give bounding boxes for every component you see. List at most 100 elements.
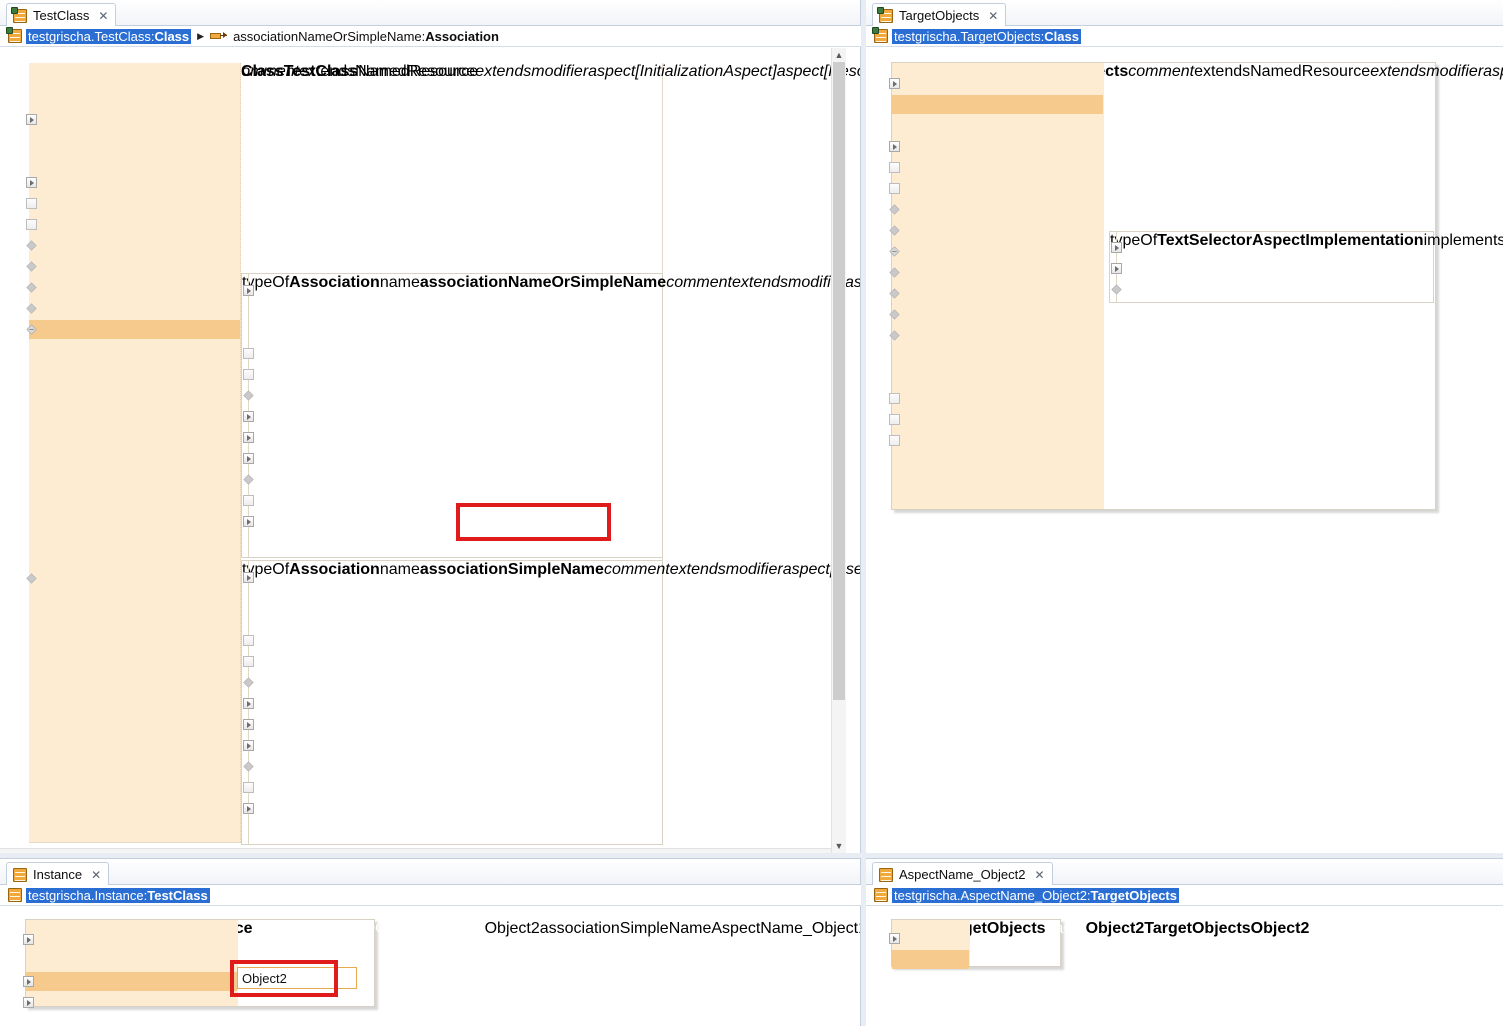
- tab-aspectname-object2[interactable]: AspectName_Object2 ✕: [872, 862, 1053, 886]
- editor-part-targetobjects: TargetObjects ✕ testgrischa.TargetObject…: [866, 0, 1503, 853]
- checkbox-icon[interactable]: [243, 635, 254, 646]
- property-label[interactable]: associationSimpleName: [540, 920, 712, 937]
- breadcrumb-segment-instance[interactable]: testgrischa.Instance:TestClass: [26, 888, 210, 903]
- property-value[interactable]: Object2: [1086, 920, 1145, 937]
- checkbox-icon[interactable]: [889, 414, 900, 425]
- checkbox-icon[interactable]: [26, 198, 37, 209]
- tab-instance[interactable]: Instance ✕: [6, 862, 109, 886]
- expand-triangle-icon[interactable]: [1111, 242, 1122, 253]
- property-label[interactable]: name: [1046, 920, 1086, 937]
- diamond-collapsed-icon[interactable]: [243, 474, 253, 484]
- property-label[interactable]: comment: [604, 561, 670, 578]
- property-label[interactable]: comment: [666, 274, 732, 291]
- property-value: Class: [241, 63, 284, 80]
- class-resource-icon: [874, 29, 888, 43]
- property-label[interactable]: aspect[UseRangeRestrictionAspect]: [845, 274, 860, 291]
- breadcrumb-segment-class[interactable]: testgrischa.TestClass:Class: [26, 29, 191, 44]
- diamond-collapsed-icon[interactable]: [243, 390, 253, 400]
- expand-triangle-icon[interactable]: [243, 719, 254, 730]
- tab-testclass[interactable]: TestClass ✕: [6, 3, 116, 27]
- instance-resource-icon: [879, 868, 893, 882]
- expand-triangle-icon[interactable]: [23, 997, 34, 1008]
- close-icon[interactable]: ✕: [1034, 868, 1043, 882]
- property-label[interactable]: extends: [1194, 63, 1250, 80]
- breadcrumb-text-bold: TargetObjects: [1091, 888, 1177, 903]
- sheet-textselectoraspectimplementation: typeOfTextSelectorAspectImplementationim…: [1109, 231, 1434, 303]
- checkbox-icon[interactable]: [889, 183, 900, 194]
- expand-triangle-icon[interactable]: [26, 177, 37, 188]
- breadcrumb: testgrischa.Instance:TestClass: [0, 885, 861, 906]
- tab-targetobjects[interactable]: TargetObjects ✕: [872, 3, 1006, 27]
- expand-triangle-icon[interactable]: [243, 572, 254, 583]
- property-label[interactable]: name: [380, 561, 420, 578]
- expand-triangle-icon[interactable]: [26, 114, 37, 125]
- property-value[interactable]: associationSimpleName: [420, 561, 604, 578]
- breadcrumb-segment-aspectname[interactable]: testgrischa.AspectName_Object2:TargetObj…: [892, 888, 1179, 903]
- diamond-collapsed-icon[interactable]: [1111, 284, 1121, 294]
- vertical-scrollbar[interactable]: ▲ ▼: [831, 48, 846, 853]
- editor-part-aspectname-object2: AspectName_Object2 ✕ testgrischa.AspectN…: [866, 858, 1503, 1026]
- row-list-association-1: typeOfAssociationnameassociationNameOrSi…: [242, 274, 662, 292]
- checkbox-icon[interactable]: [889, 162, 900, 173]
- breadcrumb-text-bold: Association: [425, 29, 499, 44]
- close-icon[interactable]: ✕: [98, 9, 107, 23]
- scroll-up-arrow[interactable]: ▲: [832, 48, 846, 62]
- expand-triangle-icon[interactable]: [243, 453, 254, 464]
- property-value[interactable]: Association: [289, 561, 380, 578]
- property-label[interactable]: comment: [1128, 63, 1194, 80]
- property-label[interactable]: modifier: [1426, 63, 1483, 80]
- property-label[interactable]: implements: [1424, 232, 1503, 249]
- expand-triangle-icon[interactable]: [243, 516, 254, 527]
- checkbox-icon[interactable]: [243, 348, 254, 359]
- scroll-down-arrow[interactable]: ▼: [832, 839, 846, 853]
- expand-triangle-icon[interactable]: [243, 740, 254, 751]
- close-icon[interactable]: ✕: [91, 868, 100, 882]
- breadcrumb: testgrischa.AspectName_Object2:TargetObj…: [866, 885, 1503, 906]
- property-label[interactable]: modifier: [726, 561, 783, 578]
- expand-triangle-icon[interactable]: [23, 934, 34, 945]
- expand-triangle-icon[interactable]: [243, 432, 254, 443]
- breadcrumb-segment-association[interactable]: associationNameOrSimpleName:Association: [233, 29, 499, 44]
- property-value[interactable]: Association: [289, 274, 380, 291]
- scrollbar-thumb[interactable]: [833, 62, 845, 700]
- selected-row-highlight: [892, 95, 1103, 114]
- breadcrumb-segment-class[interactable]: testgrischa.TargetObjects:Class: [892, 29, 1081, 44]
- checkbox-icon[interactable]: [889, 435, 900, 446]
- property-value[interactable]: Object2: [485, 920, 540, 937]
- checkbox-icon[interactable]: [243, 656, 254, 667]
- checkbox-icon[interactable]: [243, 495, 254, 506]
- association-icon: [210, 32, 227, 41]
- property-label[interactable]: extends: [1370, 63, 1426, 80]
- property-value[interactable]: AspectName_Object1: [711, 920, 860, 937]
- property-label[interactable]: aspect[InitializationAspect]: [1483, 63, 1503, 80]
- property-label[interactable]: extends: [732, 274, 788, 291]
- property-value[interactable]: TextSelectorAspectImplementation: [1157, 232, 1423, 249]
- expand-triangle-icon[interactable]: [889, 141, 900, 152]
- expand-triangle-icon[interactable]: [243, 803, 254, 814]
- property-value[interactable]: NamedResource: [1250, 63, 1370, 80]
- property-value[interactable]: associationNameOrSimpleName: [420, 274, 666, 291]
- expand-triangle-icon[interactable]: [23, 976, 34, 987]
- horizontal-scrollbar[interactable]: [0, 848, 831, 853]
- expand-triangle-icon[interactable]: [1111, 263, 1122, 274]
- diamond-collapsed-icon[interactable]: [243, 677, 253, 687]
- checkbox-icon[interactable]: [889, 393, 900, 404]
- diamond-collapsed-icon[interactable]: [243, 761, 253, 771]
- expand-triangle-icon[interactable]: [243, 698, 254, 709]
- expand-triangle-icon[interactable]: [243, 285, 254, 296]
- property-label[interactable]: extends: [670, 561, 726, 578]
- checkbox-icon[interactable]: [243, 782, 254, 793]
- selected-row-highlight: [26, 972, 237, 991]
- checkbox-icon[interactable]: [243, 369, 254, 380]
- property-label[interactable]: name: [380, 274, 420, 291]
- class-resource-icon: [879, 9, 893, 23]
- property-label[interactable]: aspect[ResourceValidationAspect]: [777, 63, 860, 80]
- checkbox-icon[interactable]: [26, 219, 37, 230]
- breadcrumb: testgrischa.TestClass:Class ▶ associatio…: [0, 26, 861, 47]
- property-label[interactable]: associationNameOrSimpleName: [253, 920, 485, 937]
- close-icon[interactable]: ✕: [988, 9, 997, 23]
- expand-triangle-icon[interactable]: [889, 933, 900, 944]
- expand-triangle-icon[interactable]: [243, 411, 254, 422]
- expand-triangle-icon[interactable]: [889, 78, 900, 89]
- property-label[interactable]: aspect[UseRangeRestrictionAspect]: [783, 561, 860, 578]
